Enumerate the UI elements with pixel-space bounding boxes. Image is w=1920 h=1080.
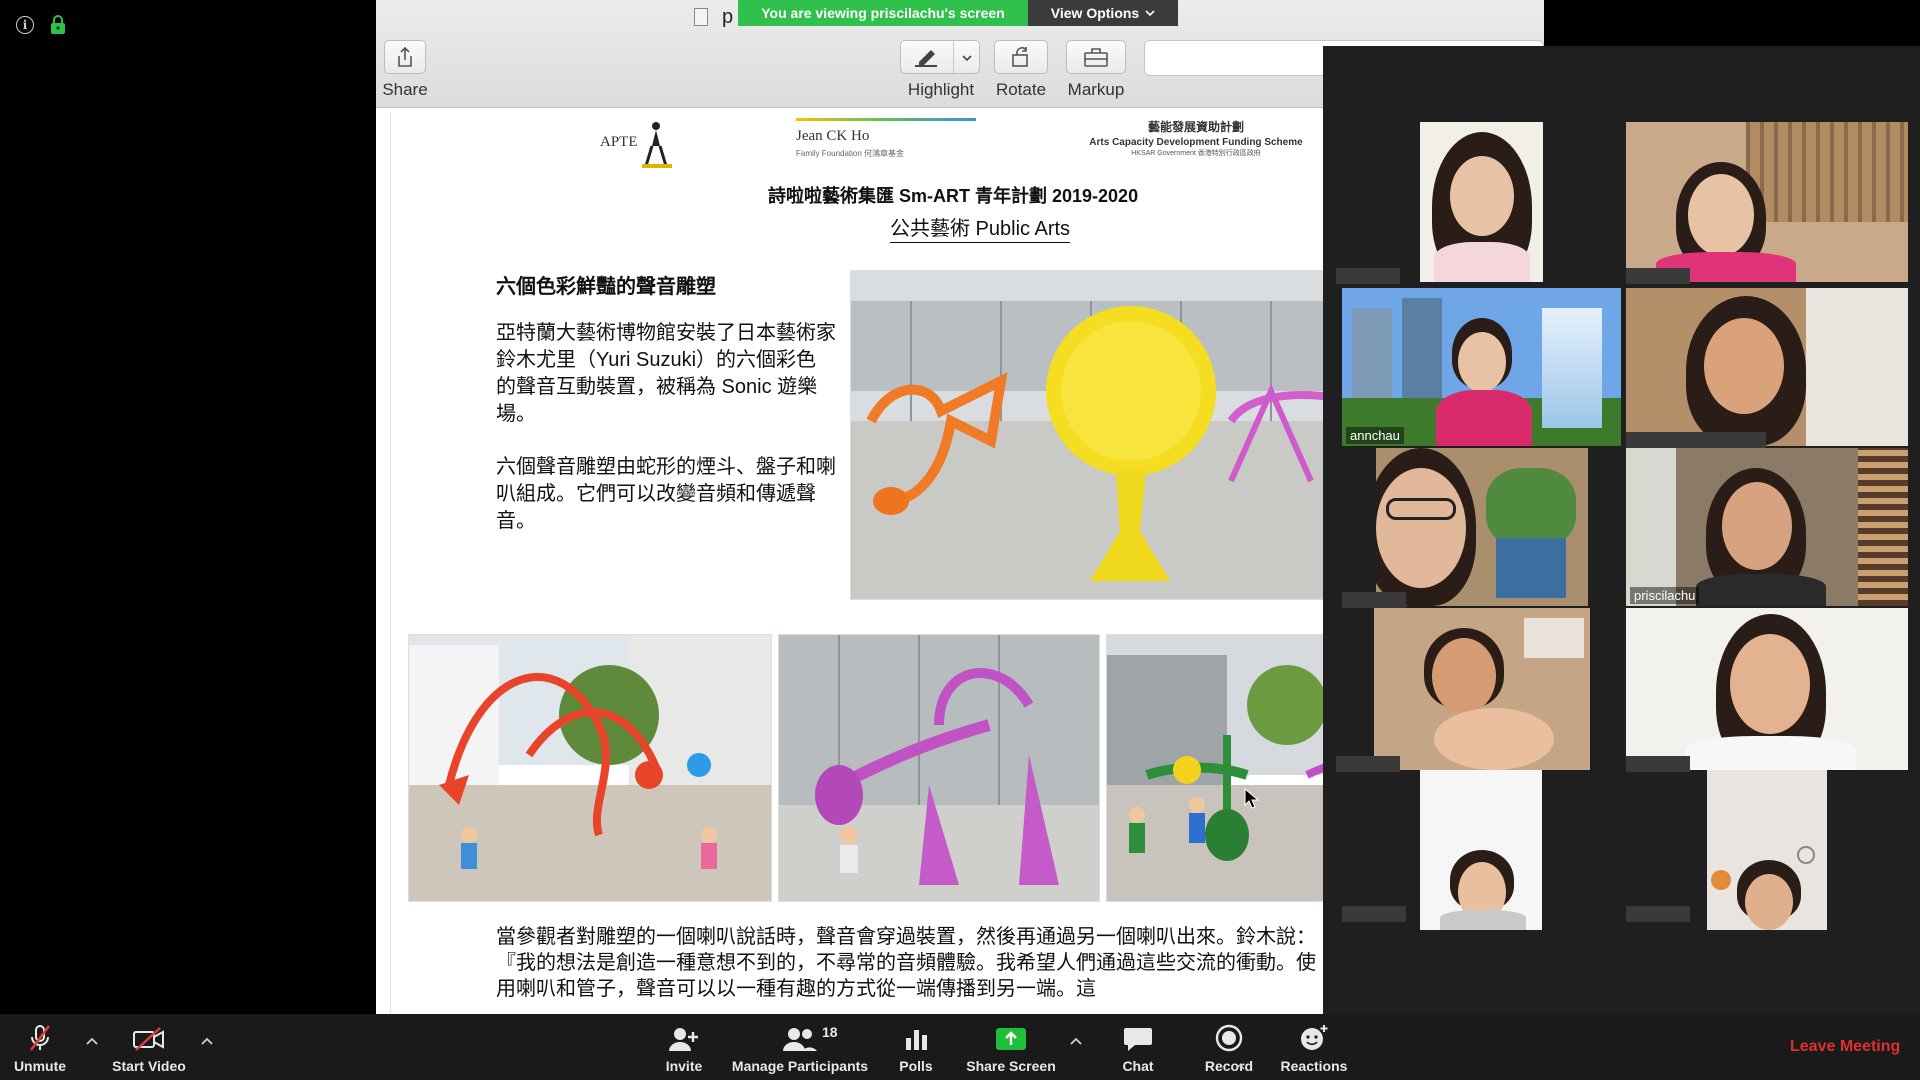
start-video-label: Start Video: [112, 1058, 186, 1074]
meeting-control-bar: Unmute Start Video Invite Manage Partici…: [0, 1014, 1920, 1080]
apte-figure-icon: [642, 122, 672, 168]
participant-video-tile[interactable]: annchau: [1342, 288, 1621, 446]
participant-video-tile[interactable]: priscilachu: [1626, 448, 1908, 606]
chevron-up-icon[interactable]: [85, 1036, 99, 1046]
section-title: 公共藝術 Public Arts: [890, 212, 1071, 243]
apte-logo: APTE: [600, 116, 680, 176]
encryption-lock-icon[interactable]: [50, 15, 66, 35]
rotate-icon: [1012, 47, 1028, 67]
reactions-button[interactable]: Reactions: [1276, 1014, 1352, 1080]
participant-video-tile[interactable]: [1374, 608, 1590, 770]
share-label: Share: [382, 80, 428, 99]
participant-name-placeholder: [1626, 756, 1690, 772]
view-options-label: View Options: [1050, 5, 1140, 21]
share-screen-button[interactable]: Share Screen: [958, 1014, 1064, 1080]
article-heading: 六個色彩鮮豔的聲音雕塑: [496, 276, 716, 298]
participant-video-tile[interactable]: [1420, 122, 1543, 282]
participant-video-tile[interactable]: [1626, 122, 1908, 282]
purple-sculpture-illustration: [779, 635, 1099, 901]
participant-name: annchau: [1346, 427, 1404, 444]
participant-video-tile[interactable]: [1626, 608, 1908, 770]
unmute-button[interactable]: Unmute: [4, 1014, 76, 1080]
chat-label: Chat: [1122, 1058, 1154, 1074]
participants-icon: [783, 1028, 817, 1051]
participant-name-placeholder: [1336, 268, 1400, 284]
participant-name-placeholder: [1626, 432, 1766, 448]
article-paragraph-1: 亞特蘭大藝術博物館安裝了日本藝術家鈴木尤里（Yuri Suzuki）的六個彩色的…: [496, 322, 836, 425]
participant-video-tile[interactable]: [1376, 448, 1588, 606]
document-title: p: [722, 6, 734, 28]
participant-video-tile[interactable]: [1626, 288, 1908, 446]
participant-name-placeholder: [1626, 268, 1690, 284]
participant-name-placeholder: [1336, 756, 1400, 772]
invite-button[interactable]: Invite: [652, 1014, 716, 1080]
markup-label: Markup: [1067, 80, 1125, 99]
share-screen-arrow-icon: [996, 1028, 1026, 1050]
record-label: Record: [1204, 1058, 1254, 1074]
smiley-add-icon: [1301, 1025, 1328, 1050]
chevron-down-icon: [1145, 10, 1155, 17]
program-title: 詩啦啦藝術集匯 Sm-ART 青年計劃 2019-2020: [768, 186, 1139, 206]
add-user-icon: [669, 1028, 698, 1051]
jean-ck-ho-logo: Jean CK Ho Family Foundation 何鴻章基金: [796, 116, 996, 166]
view-options-button[interactable]: View Options: [1028, 0, 1178, 26]
toolbox-icon: [1084, 48, 1108, 67]
rotate-toolbar-button[interactable]: [994, 40, 1048, 74]
arts-scheme-logo: 藝能發展資助計劃 Arts Capacity Development Fundi…: [1089, 120, 1303, 157]
unmute-label: Unmute: [13, 1058, 67, 1074]
viewing-screen-banner: You are viewing priscilachu's screen: [738, 0, 1028, 26]
highlight-toolbar-button[interactable]: [900, 40, 980, 75]
participant-video-tile[interactable]: [1420, 770, 1542, 930]
participant-count-badge: 18: [822, 1024, 838, 1040]
polls-button[interactable]: Polls: [886, 1014, 946, 1080]
gallery-view: annchau priscilachu: [1323, 46, 1920, 1014]
highlight-label: Highlight: [907, 80, 975, 99]
share-toolbar-button[interactable]: [384, 40, 426, 74]
leave-meeting-button[interactable]: Leave Meeting: [1790, 1038, 1900, 1056]
manage-participants-button[interactable]: Manage Participants: [724, 1014, 876, 1080]
mouse-pointer-icon: [1244, 788, 1260, 809]
chevron-up-icon[interactable]: [1069, 1036, 1083, 1046]
bar-chart-icon: [906, 1030, 927, 1050]
chevron-down-icon[interactable]: [961, 53, 973, 63]
start-video-button[interactable]: Start Video: [104, 1014, 194, 1080]
red-sculpture-photo: [408, 634, 772, 902]
reactions-label: Reactions: [1280, 1058, 1348, 1074]
meeting-info-icon[interactable]: i: [16, 16, 34, 34]
microphone-muted-icon: [30, 1025, 50, 1051]
article-paragraph-2: 六個聲音雕塑由蛇形的煙斗、盤子和喇叭組成。它們可以改變音頻和傳遞聲音。: [496, 456, 836, 532]
rotate-label: Rotate: [995, 80, 1047, 99]
share-icon: [398, 46, 412, 67]
purple-sculpture-photo: [778, 634, 1100, 902]
chevron-up-icon[interactable]: [200, 1036, 214, 1046]
manage-participants-label: Manage Participants: [731, 1058, 869, 1074]
highlighter-icon: [915, 50, 937, 67]
chevron-up-icon[interactable]: [1235, 1064, 1245, 1070]
document-icon: [694, 8, 708, 26]
participant-video-tile[interactable]: [1707, 770, 1827, 930]
record-button[interactable]: Record: [1196, 1014, 1262, 1080]
participant-name-placeholder: [1626, 906, 1690, 922]
record-icon: [1215, 1024, 1243, 1052]
participant-name-placeholder: [1342, 592, 1406, 608]
invite-label: Invite: [665, 1058, 703, 1074]
chat-button[interactable]: Chat: [1108, 1014, 1168, 1080]
chat-bubble-icon: [1124, 1028, 1152, 1051]
markup-toolbar-button[interactable]: [1066, 40, 1126, 74]
polls-label: Polls: [899, 1058, 933, 1074]
article-bottom-paragraph: 當參觀者對雕塑的一個喇叭說話時，聲音會穿過裝置，然後再通過另一個喇叭出來。鈴木說…: [496, 926, 1316, 1000]
participant-name-placeholder: [1342, 906, 1406, 922]
red-sculpture-illustration: [409, 635, 771, 901]
video-camera-off-icon: [133, 1027, 164, 1051]
share-screen-label: Share Screen: [966, 1058, 1056, 1074]
participant-name: priscilachu: [1630, 587, 1700, 604]
